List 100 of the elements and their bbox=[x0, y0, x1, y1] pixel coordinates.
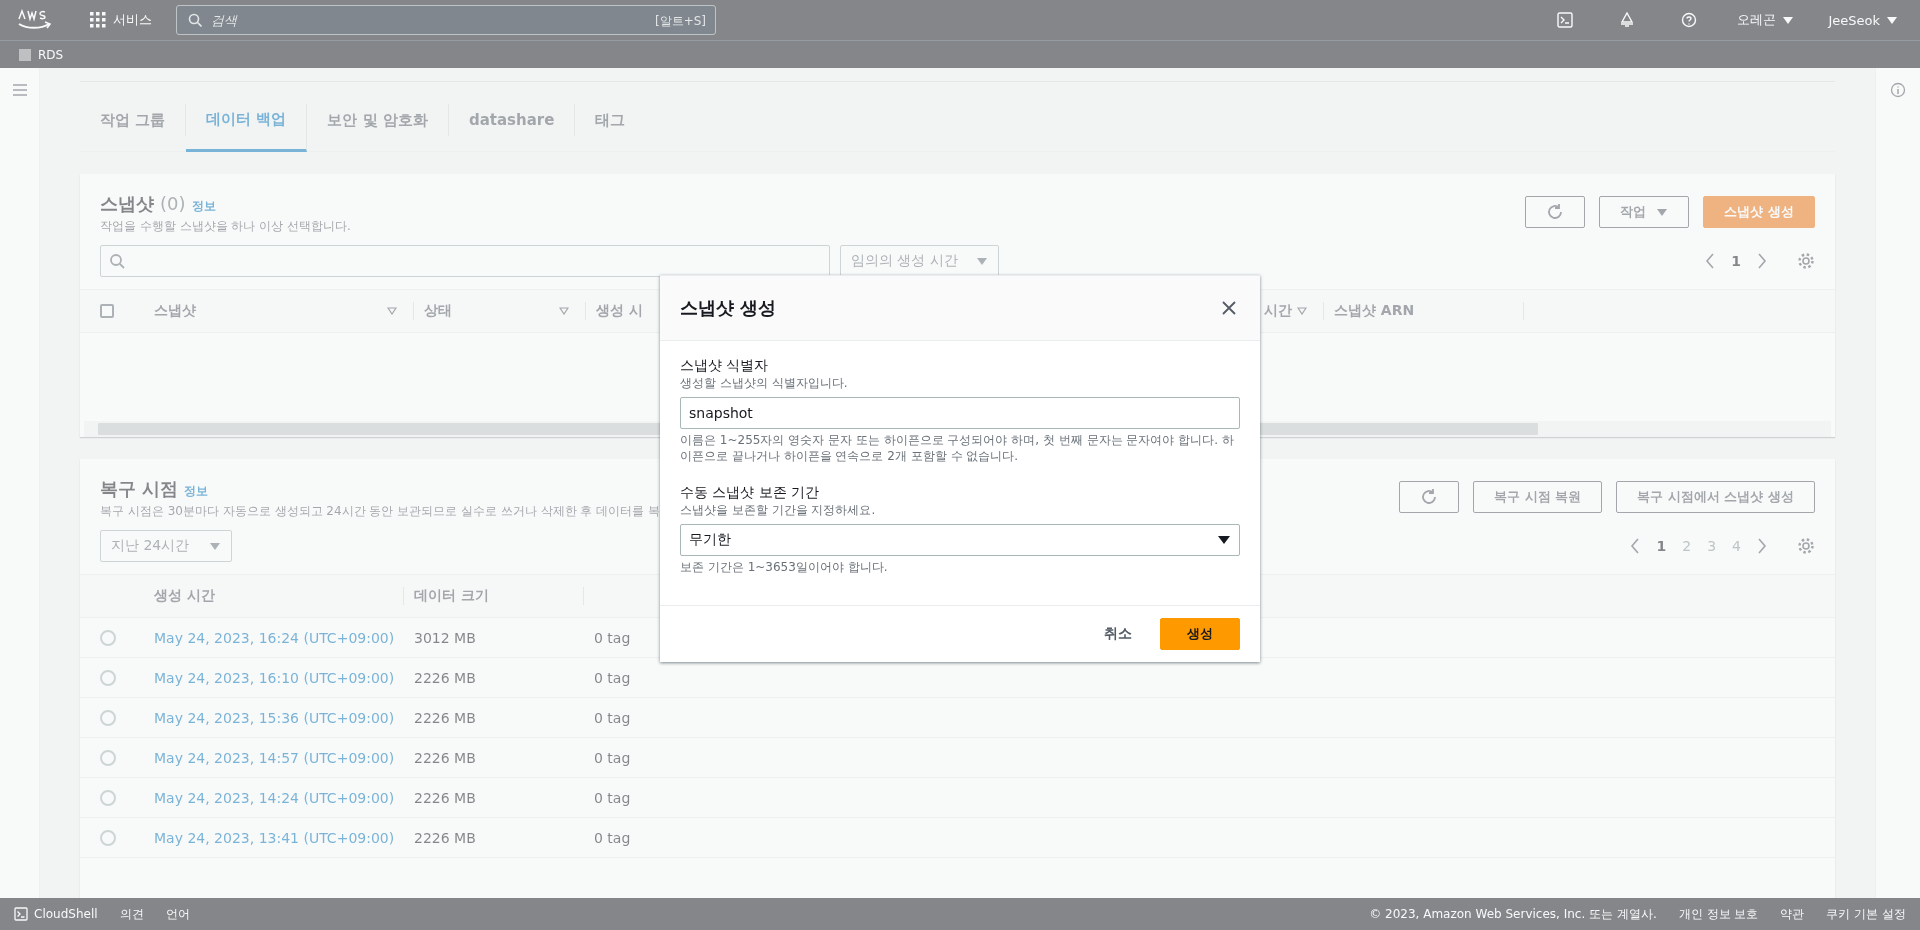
info-link[interactable]: 정보 bbox=[184, 483, 209, 500]
tab[interactable]: 작업 그룹 bbox=[80, 104, 187, 136]
account-menu[interactable]: JeeSeok bbox=[1818, 12, 1908, 28]
language-link[interactable]: 언어 bbox=[165, 905, 190, 923]
copyright-text: © 2023, Amazon Web Services, Inc. 또는 계열사. bbox=[1369, 905, 1657, 923]
caret-icon bbox=[1217, 534, 1231, 546]
info-button[interactable] bbox=[1890, 82, 1906, 100]
table-cell-text: 0 tag bbox=[593, 709, 631, 726]
section-description: 복구 시점은 30분마다 자동으로 생성되고 24시간 동안 보관되므로 실수로 쓰거나 삭제한 후 데이터를 복 bbox=[100, 503, 661, 520]
next-icon bbox=[1757, 253, 1767, 269]
search-icon bbox=[188, 13, 202, 27]
restore-point-link[interactable]: May 24, 2023, 14:57 (UTC+09:00) bbox=[144, 749, 404, 766]
help-icon bbox=[1681, 12, 1698, 28]
services-menu[interactable]: 서비스 bbox=[80, 11, 162, 29]
field-label: 수동 스냅샷 보존 기간 bbox=[680, 484, 821, 502]
create-from-restore-point-button[interactable]: 복구 시점에서 스냅샷 생성 bbox=[1616, 481, 1815, 513]
create-snapshot-button[interactable]: 스냅샷 생성 bbox=[1703, 196, 1815, 228]
tab[interactable]: 데이터 백업 bbox=[186, 104, 308, 152]
restore-point-link[interactable]: May 24, 2023, 15:36 (UTC+09:00) bbox=[144, 709, 404, 726]
restore-point-link[interactable]: May 24, 2023, 16:24 (UTC+09:00) bbox=[144, 629, 404, 646]
page-number[interactable]: 1 bbox=[1731, 253, 1741, 269]
actions-menu[interactable]: 작업 bbox=[1599, 196, 1690, 228]
shortcut-hint: [알트+S] bbox=[654, 13, 706, 30]
refresh-button[interactable] bbox=[1399, 481, 1460, 513]
row-radio[interactable] bbox=[100, 749, 116, 766]
caret-icon bbox=[1656, 207, 1669, 217]
select-all-checkbox[interactable] bbox=[100, 304, 114, 318]
aws-logo-icon bbox=[16, 9, 52, 31]
region-menu[interactable]: 오레곤 bbox=[1727, 11, 1805, 29]
restore-point-link[interactable]: May 24, 2023, 13:41 (UTC+09:00) bbox=[144, 829, 404, 846]
footer-link[interactable]: 개인 정보 보호 bbox=[1678, 905, 1759, 923]
sort-icon bbox=[559, 307, 569, 315]
table-cell-text: 2226 MB bbox=[413, 829, 477, 846]
feedback-link[interactable]: 의견 bbox=[119, 905, 144, 923]
time-range-select[interactable]: 지난 24시간 bbox=[100, 530, 233, 562]
tab[interactable]: datashare bbox=[448, 104, 576, 136]
row-radio[interactable] bbox=[100, 789, 116, 806]
search-icon bbox=[109, 253, 125, 269]
footer-link[interactable]: 약관 bbox=[1780, 905, 1805, 923]
tab[interactable]: 보안 및 암호화 bbox=[307, 104, 449, 136]
sort-icon bbox=[387, 307, 397, 315]
refresh-icon bbox=[1546, 203, 1565, 221]
refresh-button[interactable] bbox=[1525, 196, 1586, 228]
terminal-icon bbox=[1557, 12, 1574, 28]
table-cell-text: 2226 MB bbox=[413, 749, 477, 766]
dialog-title: 스냅샷 생성 bbox=[680, 296, 777, 320]
info-icon bbox=[1890, 82, 1906, 98]
table-cell-text: 3012 MB bbox=[413, 629, 477, 646]
retention-select[interactable]: 무기한 bbox=[680, 524, 1240, 556]
restore-button[interactable]: 복구 시점 복원 bbox=[1473, 481, 1603, 513]
settings-icon bbox=[1797, 537, 1815, 555]
column-header[interactable]: 스냅샷 ARN bbox=[1324, 302, 1524, 320]
caret-icon bbox=[1782, 15, 1795, 25]
restore-point-link[interactable]: May 24, 2023, 16:10 (UTC+09:00) bbox=[144, 669, 404, 686]
table-cell-text: 2226 MB bbox=[413, 709, 477, 726]
row-radio[interactable] bbox=[100, 709, 116, 726]
row-radio[interactable] bbox=[100, 669, 116, 686]
settings-icon bbox=[1797, 252, 1815, 270]
bell-icon bbox=[1619, 12, 1636, 28]
column-header[interactable]: 상태 bbox=[414, 302, 586, 320]
row-radio[interactable] bbox=[100, 829, 116, 846]
section-title: 복구 시점 bbox=[100, 477, 179, 501]
row-radio[interactable] bbox=[100, 629, 116, 646]
field-label: 스냅샷 식별자 bbox=[680, 357, 770, 375]
table-cell-text: 0 tag bbox=[593, 829, 631, 846]
grid-icon bbox=[90, 11, 107, 29]
tab[interactable]: 태그 bbox=[575, 104, 646, 136]
info-link[interactable]: 정보 bbox=[191, 198, 216, 215]
column-header[interactable]: 데이터 크기 bbox=[404, 587, 584, 605]
field-description: 스냅샷을 보존할 기간을 지정하세요. bbox=[680, 502, 877, 518]
table-cell-text: 0 tag bbox=[593, 749, 631, 766]
page-number[interactable]: 4 bbox=[1732, 538, 1741, 554]
cloudshell-button[interactable]: CloudShell bbox=[14, 907, 98, 921]
terminal-icon bbox=[14, 907, 28, 921]
sort-icon bbox=[1297, 307, 1307, 315]
table-cell-text: 0 tag bbox=[593, 789, 631, 806]
cancel-button[interactable]: 취소 bbox=[1104, 625, 1132, 643]
page-number[interactable]: 3 bbox=[1707, 538, 1717, 554]
table-cell-text: 2226 MB bbox=[413, 669, 477, 686]
caret-icon bbox=[209, 541, 222, 551]
close-icon bbox=[1222, 301, 1236, 315]
column-header[interactable]: 스냅샷 bbox=[144, 302, 414, 320]
caret-icon bbox=[1886, 15, 1898, 25]
previous-icon bbox=[1630, 538, 1641, 554]
menu-icon bbox=[11, 82, 28, 97]
create-button[interactable]: 생성 bbox=[1160, 618, 1240, 650]
column-header[interactable]: 생성 시간 bbox=[144, 587, 404, 605]
refresh-icon bbox=[1420, 488, 1439, 506]
page-number[interactable]: 1 bbox=[1656, 538, 1667, 554]
snapshot-identifier-field[interactable]: snapshot bbox=[680, 397, 1240, 429]
page-number[interactable]: 2 bbox=[1682, 538, 1692, 554]
field-constraint: 보존 기간은 1~3653일이어야 합니다. bbox=[680, 559, 889, 575]
restore-point-link[interactable]: May 24, 2023, 14:24 (UTC+09:00) bbox=[144, 789, 404, 806]
footer-link[interactable]: 쿠키 기본 설정 bbox=[1826, 905, 1906, 923]
previous-icon bbox=[1705, 253, 1716, 269]
snapshot-count: (0) bbox=[160, 193, 186, 214]
section-description: 작업을 수행할 스냅샷을 하나 이상 선택합니다. bbox=[100, 218, 351, 235]
caret-icon bbox=[975, 256, 988, 266]
section-title: 스냅샷 bbox=[100, 192, 154, 216]
rds-link[interactable]: RDS bbox=[18, 47, 64, 62]
